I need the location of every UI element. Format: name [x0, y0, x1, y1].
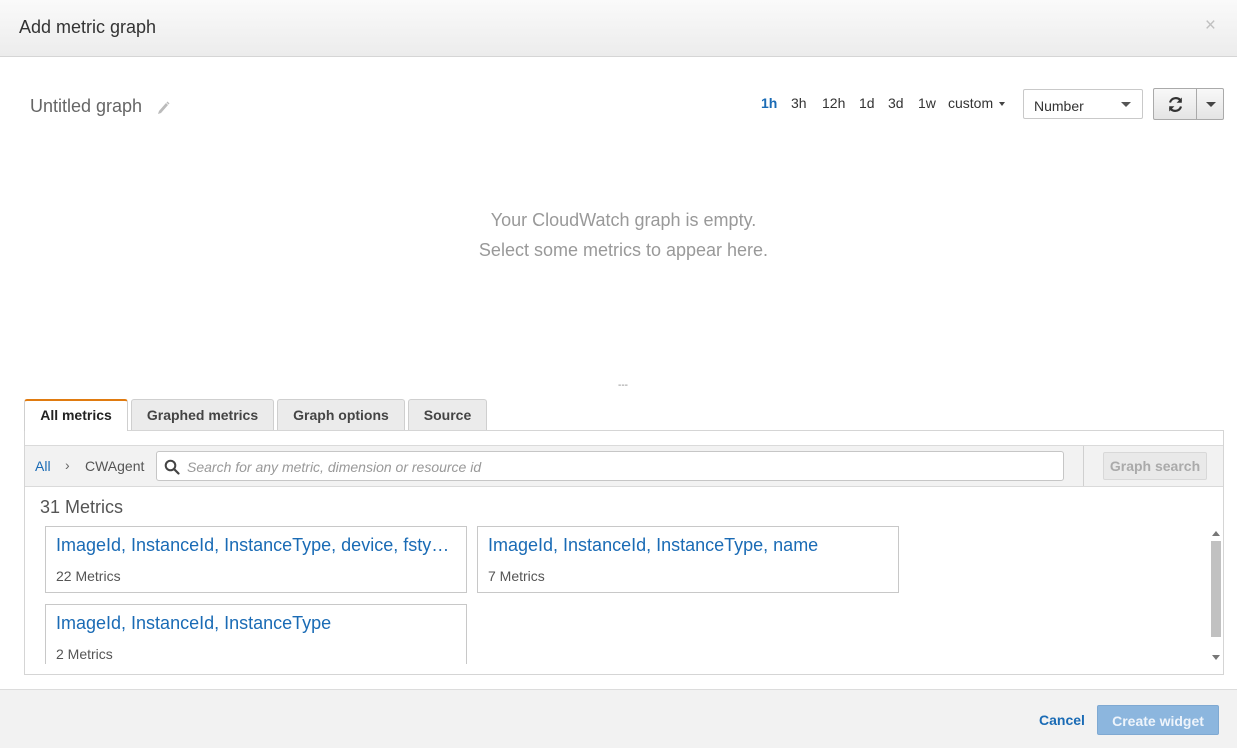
refresh-button[interactable]	[1153, 88, 1197, 120]
chevron-right-icon: ›	[65, 457, 70, 473]
range-1w[interactable]: 1w	[918, 95, 936, 111]
range-3h[interactable]: 3h	[791, 95, 807, 111]
scroll-thumb[interactable]	[1211, 541, 1221, 637]
metrics-count: 31 Metrics	[40, 497, 124, 517]
card-metric-count: 22 Metrics	[56, 568, 121, 584]
card-title[interactable]: ImageId, InstanceId, InstanceType	[56, 613, 456, 634]
tab-all-metrics[interactable]: All metrics	[24, 399, 128, 431]
range-12h[interactable]: 12h	[822, 95, 845, 111]
graph-search-button[interactable]: Graph search	[1103, 452, 1207, 480]
card-title[interactable]: ImageId, InstanceId, InstanceType, name	[488, 535, 888, 556]
range-1d[interactable]: 1d	[859, 95, 875, 111]
view-type-select[interactable]: Number	[1023, 89, 1143, 119]
caret-down-icon	[999, 102, 1006, 106]
caret-down-icon	[1206, 102, 1216, 107]
resize-handle[interactable]: ---	[618, 380, 628, 391]
all-metrics-panel: All › CWAgent Graph search 31 Metrics Im…	[24, 430, 1224, 675]
metric-namespace-card[interactable]: ImageId, InstanceId, InstanceType 2 Metr…	[45, 604, 467, 664]
metric-search-box	[156, 451, 1064, 481]
pencil-icon[interactable]	[156, 99, 170, 115]
tab-graph-options[interactable]: Graph options	[277, 399, 405, 430]
modal-footer: Cancel Create widget	[0, 689, 1237, 748]
range-custom-label: custom	[948, 95, 994, 111]
refresh-icon	[1168, 97, 1183, 112]
scroll-up-arrow-icon[interactable]	[1212, 531, 1220, 536]
search-icon	[164, 459, 180, 475]
card-metric-count: 2 Metrics	[56, 646, 113, 662]
tab-graphed-metrics[interactable]: Graphed metrics	[131, 399, 274, 430]
modal-title: Add metric graph	[19, 17, 157, 37]
breadcrumb-all[interactable]: All	[35, 458, 51, 474]
view-type-value: Number	[1034, 98, 1084, 114]
cards-scrollbar[interactable]	[1209, 528, 1222, 665]
modal-header: Add metric graph ×	[0, 0, 1237, 57]
metric-namespace-card[interactable]: ImageId, InstanceId, InstanceType, devic…	[45, 526, 467, 593]
close-icon[interactable]: ×	[1205, 16, 1216, 35]
metric-search-input[interactable]	[185, 456, 1049, 478]
range-1h[interactable]: 1h	[761, 95, 777, 111]
card-metric-count: 7 Metrics	[488, 568, 545, 584]
breadcrumb-namespace: CWAgent	[85, 458, 145, 474]
graph-title[interactable]: Untitled graph	[30, 96, 142, 117]
scroll-down-arrow-icon[interactable]	[1212, 655, 1220, 660]
metrics-toolbar: All › CWAgent Graph search	[25, 445, 1223, 487]
empty-graph-message: Your CloudWatch graph is empty.	[490, 210, 757, 230]
card-title[interactable]: ImageId, InstanceId, InstanceType, devic…	[56, 535, 456, 556]
tab-source[interactable]: Source	[408, 399, 487, 430]
range-custom[interactable]: custom	[948, 95, 1006, 111]
caret-down-icon	[1121, 102, 1131, 107]
cancel-button[interactable]: Cancel	[1039, 712, 1085, 728]
toolbar-divider	[1083, 446, 1084, 486]
range-3d[interactable]: 3d	[888, 95, 904, 111]
metric-namespace-card[interactable]: ImageId, InstanceId, InstanceType, name …	[477, 526, 899, 593]
create-widget-button[interactable]: Create widget	[1097, 705, 1219, 735]
empty-graph-hint: Select some metrics to appear here.	[478, 240, 769, 260]
refresh-options-dropdown[interactable]	[1196, 88, 1224, 120]
